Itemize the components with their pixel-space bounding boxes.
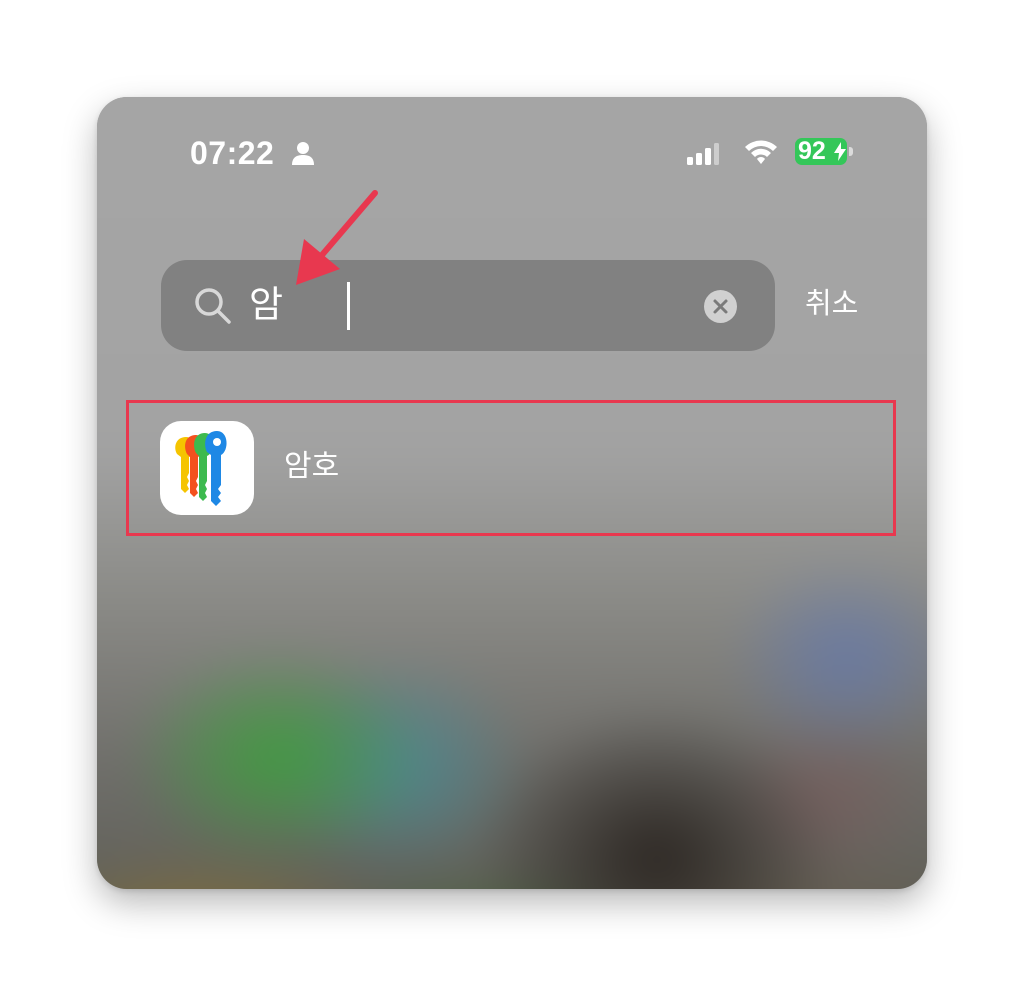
person-icon — [292, 142, 314, 165]
keys-icon — [175, 431, 227, 506]
cancel-button[interactable]: 취소 — [805, 283, 858, 323]
battery-level: 92 — [798, 137, 826, 165]
search-field[interactable]: 암 — [161, 260, 775, 351]
passwords-app-icon[interactable] — [160, 421, 254, 515]
search-icon — [195, 288, 231, 324]
cellular-signal-icon — [687, 143, 719, 165]
phone-screen: 07:22 92 암 취소 암호 — [97, 97, 927, 889]
result-label: 암호 — [284, 449, 340, 484]
status-time: 07:22 — [190, 135, 275, 171]
clear-icon[interactable] — [704, 290, 737, 323]
charging-bolt-icon — [834, 142, 846, 161]
battery-tip — [849, 147, 853, 156]
search-input[interactable]: 암 — [249, 278, 283, 332]
annotation-arrow-icon — [296, 190, 378, 285]
status-bar: 07:22 92 — [97, 97, 927, 207]
wifi-icon — [745, 140, 777, 164]
battery-indicator: 92 — [795, 138, 853, 165]
